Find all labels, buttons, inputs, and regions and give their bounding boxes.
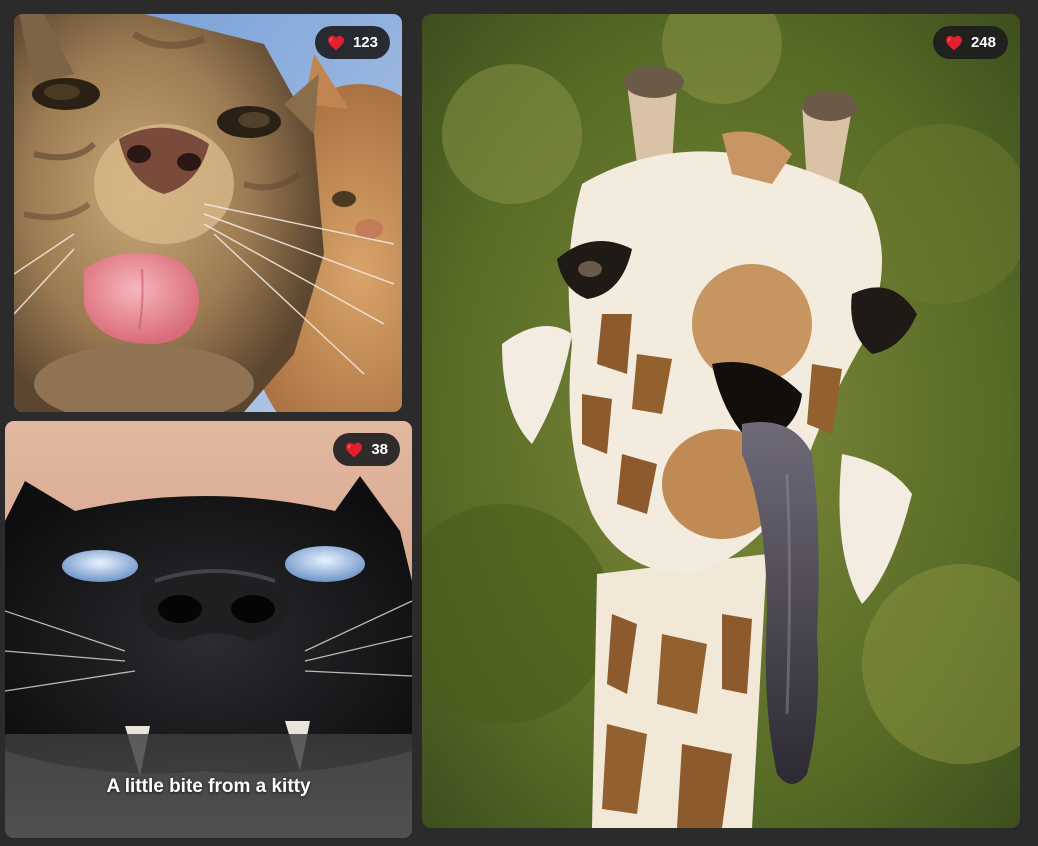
heart-icon bbox=[327, 35, 344, 50]
photo-card-giraffe[interactable]: 248 bbox=[422, 14, 1020, 828]
caption-bar: A little bite from a kitty bbox=[5, 734, 412, 838]
giraffe-photo bbox=[422, 14, 1020, 828]
like-count: 248 bbox=[970, 34, 996, 51]
cat-tongue-photo bbox=[14, 14, 402, 412]
heart-icon bbox=[945, 35, 962, 50]
photo-card-cat-tongue[interactable]: 123 bbox=[14, 14, 402, 412]
photo-gallery: 123 A little bite from a kitty 38 248 bbox=[0, 0, 1038, 846]
like-badge[interactable]: 38 bbox=[333, 433, 400, 466]
like-badge[interactable]: 123 bbox=[314, 26, 390, 59]
photo-card-black-cat[interactable]: A little bite from a kitty 38 bbox=[5, 421, 412, 838]
heart-icon bbox=[346, 442, 363, 457]
like-count: 123 bbox=[352, 34, 378, 51]
like-badge[interactable]: 248 bbox=[932, 26, 1008, 59]
like-count: 38 bbox=[371, 441, 388, 458]
photo-caption: A little bite from a kitty bbox=[106, 776, 311, 797]
